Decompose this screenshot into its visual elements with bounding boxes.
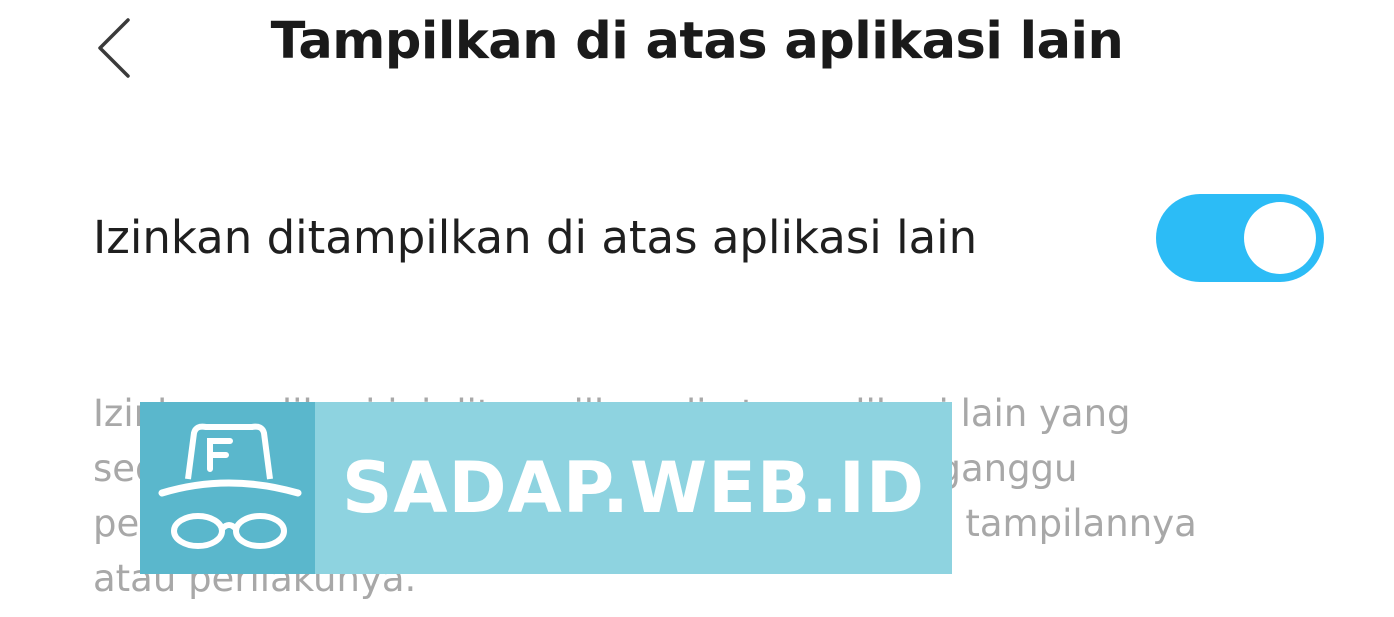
setting-label: Izinkan ditampilkan di atas aplikasi lai… (93, 211, 978, 264)
incognito-hat-glasses-icon (148, 411, 308, 566)
watermark-text: SADAP.WEB.ID (341, 447, 926, 529)
overlay-toggle[interactable] (1156, 194, 1324, 282)
toggle-knob (1244, 202, 1316, 274)
setting-row-allow-overlay[interactable]: Izinkan ditampilkan di atas aplikasi lai… (0, 180, 1394, 296)
page-title: Tampilkan di atas aplikasi lain (270, 12, 1124, 71)
watermark-logo (140, 402, 315, 574)
watermark-banner: SADAP.WEB.ID (140, 402, 952, 574)
settings-screen: Tampilkan di atas aplikasi lain Izinkan … (0, 0, 1394, 617)
